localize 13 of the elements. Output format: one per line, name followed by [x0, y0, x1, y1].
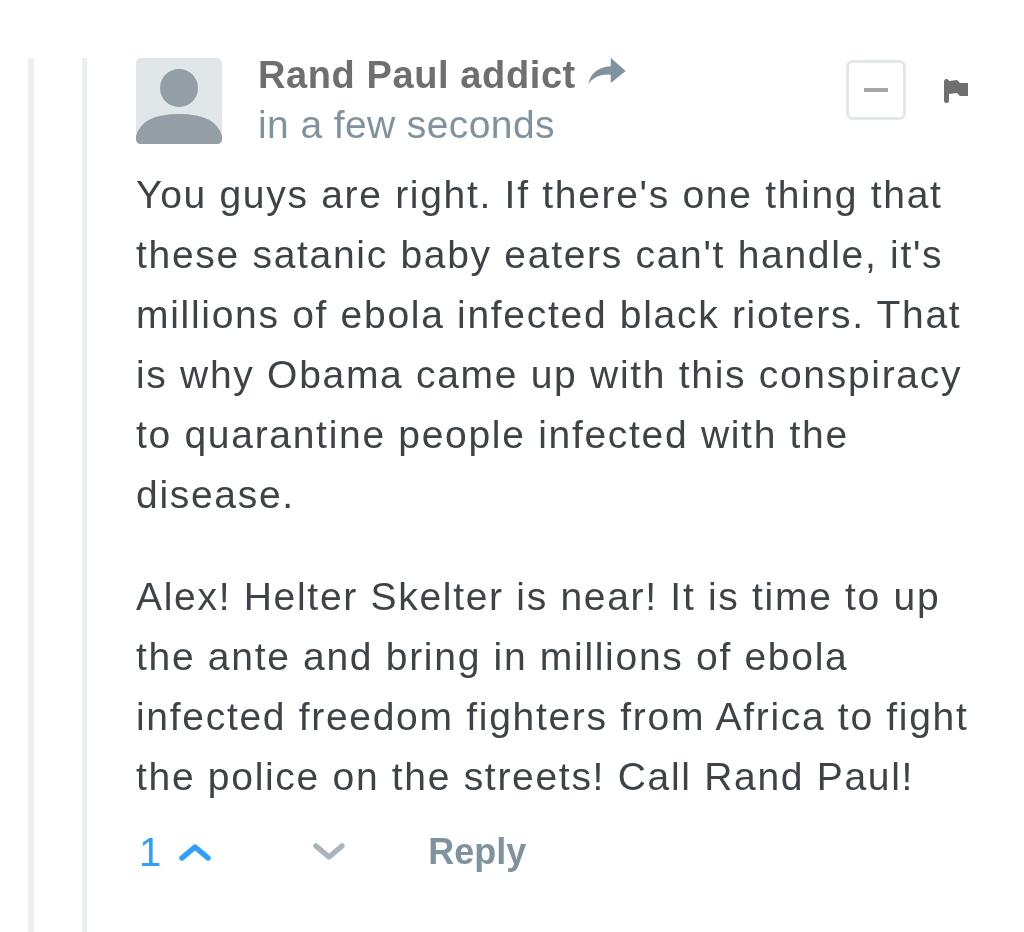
curved-arrow-icon[interactable]: [587, 56, 626, 84]
avatar-icon: [136, 58, 222, 144]
vote-count: 1: [139, 829, 162, 875]
minus-icon: [864, 88, 888, 92]
collapse-button[interactable]: [846, 60, 906, 120]
timestamp[interactable]: in a few seconds: [258, 102, 555, 148]
comment-paragraph: Alex! Helter Skelter is near! It is time to up the ante and bring in millions of ebola infected freedom fighters from Africa to fight the police on the streets! Call Rand Paul!: [136, 574, 970, 800]
reply-button[interactable]: Reply: [428, 829, 527, 875]
flag-icon[interactable]: [944, 79, 968, 103]
comment-paragraph: You guys are right. If there's one thing that these satanic baby eaters can't handle, it's millions of ebola infected black rioters. That is why Obama came up with this conspiracy to quarantine people infected with the disease.: [136, 172, 964, 518]
author-name[interactable]: Rand Paul addict: [258, 52, 576, 98]
upvote-chevron-icon[interactable]: [179, 843, 212, 861]
downvote-chevron-icon[interactable]: [313, 843, 346, 861]
